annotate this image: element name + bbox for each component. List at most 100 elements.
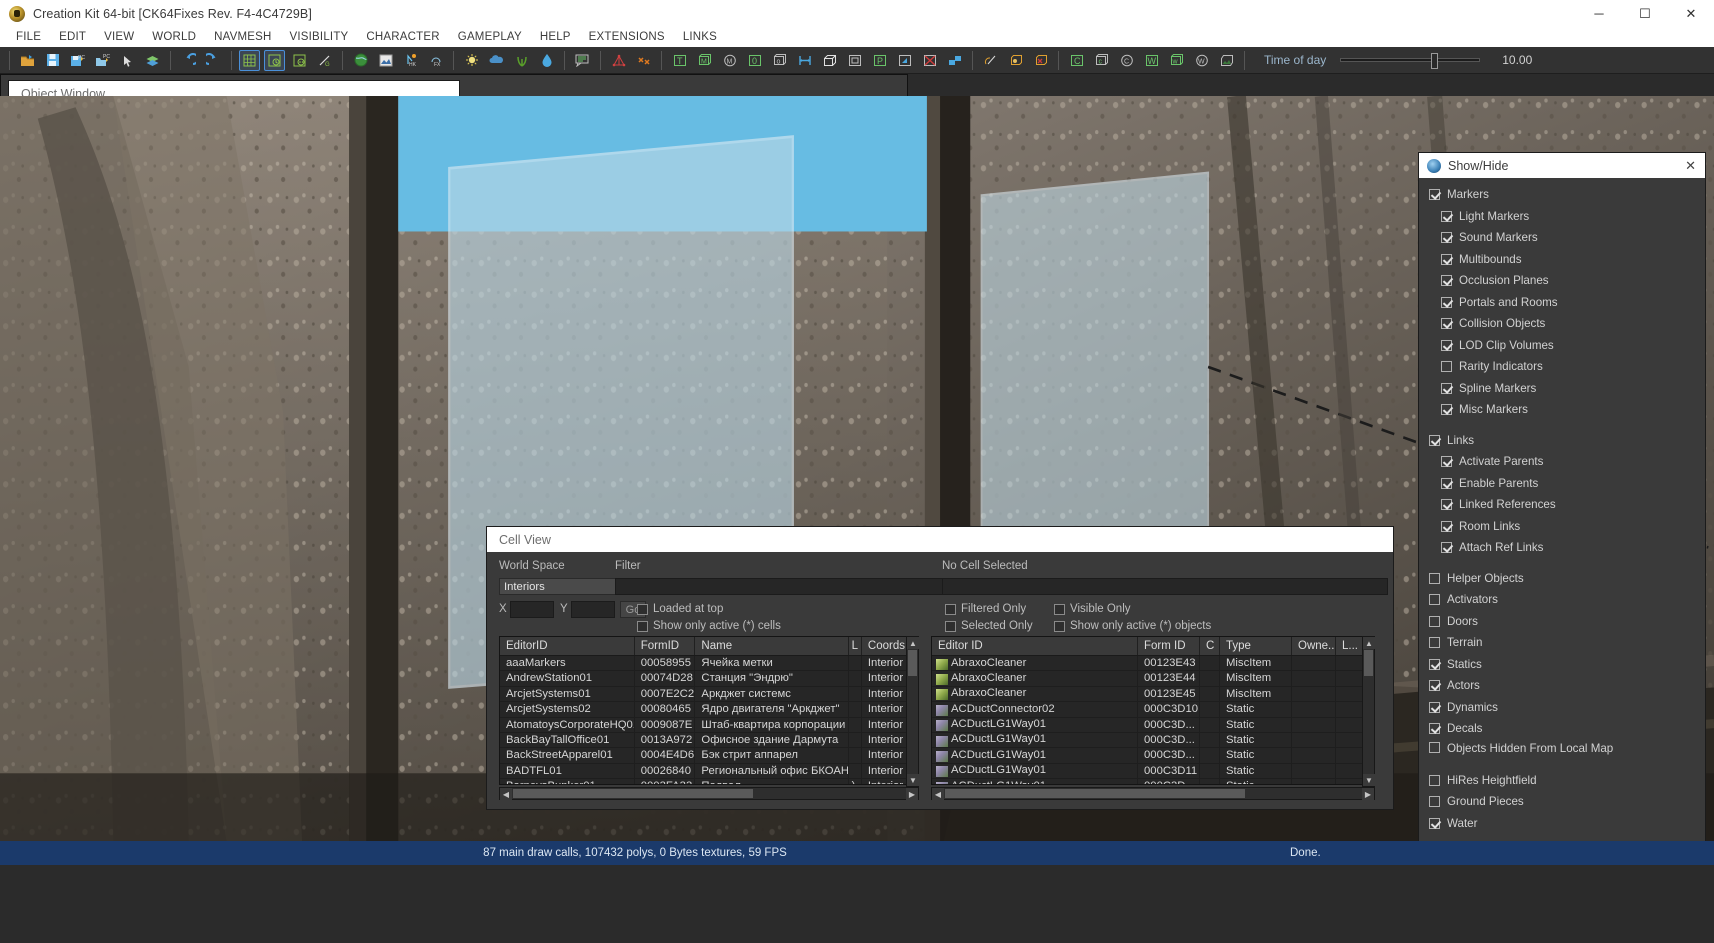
show-hide-item-occlusion-planes[interactable]: Occlusion Planes xyxy=(1429,270,1705,292)
selected-cell-input[interactable] xyxy=(942,578,1388,595)
show-hide-checkbox[interactable] xyxy=(1429,796,1440,807)
box-icon[interactable] xyxy=(819,50,840,71)
portal-icon[interactable] xyxy=(844,50,865,71)
show-hide-checkbox[interactable] xyxy=(1441,275,1452,286)
w-icon[interactable]: W xyxy=(1141,50,1162,71)
landscape-icon[interactable] xyxy=(375,50,396,71)
light-box-icon[interactable] xyxy=(1005,50,1026,71)
redo-icon[interactable] xyxy=(203,50,224,71)
slope-icon[interactable]: G xyxy=(314,50,335,71)
show-hide-item-links[interactable]: Links xyxy=(1429,430,1705,452)
show-hide-checkbox[interactable] xyxy=(1429,818,1440,829)
save-pc-icon[interactable]: PC xyxy=(67,50,88,71)
water-icon[interactable] xyxy=(536,50,557,71)
marker-m-circle-icon[interactable]: M xyxy=(719,50,740,71)
show-hide-checkbox[interactable] xyxy=(1441,478,1452,489)
object-table-row[interactable]: ACDuctConnector02000C3D10Static xyxy=(932,702,1374,717)
column-l[interactable]: L xyxy=(849,637,862,655)
menu-item-world[interactable]: WORLD xyxy=(143,27,205,47)
show-hide-item-lod-clip-volumes[interactable]: LOD Clip Volumes xyxy=(1429,335,1705,357)
show-hide-item-spline-markers[interactable]: Spline Markers xyxy=(1429,378,1705,400)
object-reference-table[interactable]: Editor ID Form ID C Type Owne... L... Ab… xyxy=(931,636,1375,785)
selected-only-row[interactable]: Selected Only xyxy=(945,620,1033,632)
cell-table-row[interactable]: AtomatoysCorporateHQ010009087EШтаб-кварт… xyxy=(500,718,918,733)
scroll-left-arrow[interactable]: ◀ xyxy=(932,788,944,800)
menu-item-navmesh[interactable]: NAVMESH xyxy=(205,27,280,47)
cell-table-row[interactable]: ArcjetSystems010007E2C2Аркджет системсIn… xyxy=(500,687,918,702)
open-folder-icon[interactable] xyxy=(17,50,38,71)
show-hide-checkbox[interactable] xyxy=(1429,616,1440,627)
marker-m-box-icon[interactable]: M xyxy=(694,50,715,71)
show-hide-checkbox[interactable] xyxy=(1441,456,1452,467)
show-only-active-objects-checkbox[interactable] xyxy=(1054,621,1065,632)
show-hide-item-portals-and-rooms[interactable]: Portals and Rooms xyxy=(1429,292,1705,314)
show-hide-item-ground-pieces[interactable]: Ground Pieces xyxy=(1429,791,1705,813)
scroll-up-arrow[interactable]: ▲ xyxy=(907,637,919,649)
delete-x-icon[interactable] xyxy=(919,50,940,71)
cell-table-vertical-scrollbar[interactable]: ▲ ▼ xyxy=(906,636,919,787)
scroll-right-arrow[interactable]: ▶ xyxy=(906,788,918,800)
menu-item-character[interactable]: CHARACTER xyxy=(357,27,448,47)
show-hide-item-collision-objects[interactable]: Collision Objects xyxy=(1429,313,1705,335)
show-hide-checkbox[interactable] xyxy=(1429,659,1440,670)
x-input[interactable] xyxy=(510,601,554,618)
menu-item-links[interactable]: LINKS xyxy=(674,27,726,47)
cell-table-row[interactable]: ArcjetSystems0200080465Ядро двигателя "А… xyxy=(500,702,918,717)
show-hide-checkbox[interactable] xyxy=(1441,297,1452,308)
show-hide-checkbox[interactable] xyxy=(1429,702,1440,713)
save-icon[interactable] xyxy=(42,50,63,71)
arrow-box-icon[interactable] xyxy=(894,50,915,71)
show-hide-item-multibounds[interactable]: Multibounds xyxy=(1429,249,1705,271)
cell-table-row[interactable]: BarneysBunker010003FA33Подвал)Interior xyxy=(500,779,918,785)
object-table-row[interactable]: AbraxoCleaner00123E43MiscItem xyxy=(932,656,1374,671)
object-table-row[interactable]: AbraxoCleaner00123E44MiscItem xyxy=(932,671,1374,686)
selected-only-checkbox[interactable] xyxy=(945,621,956,632)
cell-filter-input[interactable] xyxy=(615,578,963,595)
show-hide-checkbox[interactable] xyxy=(1429,637,1440,648)
world-icon[interactable] xyxy=(350,50,371,71)
show-hide-checkbox[interactable] xyxy=(1441,361,1452,372)
havok-icon[interactable]: HK xyxy=(400,50,421,71)
column-editor-id[interactable]: Editor ID xyxy=(932,637,1138,655)
show-hide-item-doors[interactable]: Doors xyxy=(1429,611,1705,633)
select-arrow-icon[interactable] xyxy=(117,50,138,71)
show-hide-checkbox[interactable] xyxy=(1441,383,1452,394)
collision-icon[interactable] xyxy=(794,50,815,71)
cell-table-horizontal-scrollbar[interactable]: ◀ ▶ xyxy=(499,787,919,800)
cell-table[interactable]: EditorID FormID Name L Coords aaaMarkers… xyxy=(499,636,919,785)
show-hide-checkbox[interactable] xyxy=(1441,404,1452,415)
show-hide-item-enable-parents[interactable]: Enable Parents xyxy=(1429,473,1705,495)
maximize-button[interactable]: ☐ xyxy=(1622,0,1668,27)
show-hide-item-activators[interactable]: Activators xyxy=(1429,589,1705,611)
scroll-down-arrow[interactable]: ▼ xyxy=(1363,774,1375,786)
cloud-icon[interactable] xyxy=(486,50,507,71)
show-hide-checkbox[interactable] xyxy=(1429,189,1440,200)
show-hide-item-linked-references[interactable]: Linked References xyxy=(1429,494,1705,516)
w-circle-icon[interactable]: W xyxy=(1191,50,1212,71)
show-hide-item-objects-hidden-from-local-map[interactable]: Objects Hidden From Local Map xyxy=(1429,740,1705,770)
scroll-up-arrow[interactable]: ▲ xyxy=(1363,637,1375,649)
column-c[interactable]: C xyxy=(1200,637,1220,655)
light-icon[interactable] xyxy=(461,50,482,71)
show-hide-checkbox[interactable] xyxy=(1429,435,1440,446)
cell-table-row[interactable]: BADTFL0100026840Региональный офис БКОАНТ… xyxy=(500,764,918,779)
marker-o-box-icon[interactable]: o xyxy=(769,50,790,71)
link-icon[interactable] xyxy=(944,50,965,71)
light-x-box-icon[interactable] xyxy=(1030,50,1051,71)
show-hide-checkbox[interactable] xyxy=(1441,232,1452,243)
show-only-active-objects-row[interactable]: Show only active (*) objects xyxy=(1054,620,1211,632)
grid-snap-icon[interactable] xyxy=(239,50,260,71)
object-table-row[interactable]: ACDuctLG1Way01000C3D...Static xyxy=(932,779,1374,785)
layers-icon[interactable] xyxy=(142,50,163,71)
object-table-row[interactable]: ACDuctLG1Way01000C3D...Static xyxy=(932,748,1374,763)
show-hide-checkbox[interactable] xyxy=(1441,211,1452,222)
show-hide-checkbox[interactable] xyxy=(1429,723,1440,734)
scrollbar-thumb[interactable] xyxy=(513,789,753,798)
marker-o-icon[interactable]: 0 xyxy=(744,50,765,71)
show-hide-checkbox[interactable] xyxy=(1441,542,1452,553)
dialogue-icon[interactable] xyxy=(572,50,593,71)
menu-item-help[interactable]: HELP xyxy=(531,27,580,47)
marker-p-icon[interactable]: P xyxy=(869,50,890,71)
menu-item-edit[interactable]: EDIT xyxy=(50,27,95,47)
close-button[interactable]: ✕ xyxy=(1668,0,1714,27)
